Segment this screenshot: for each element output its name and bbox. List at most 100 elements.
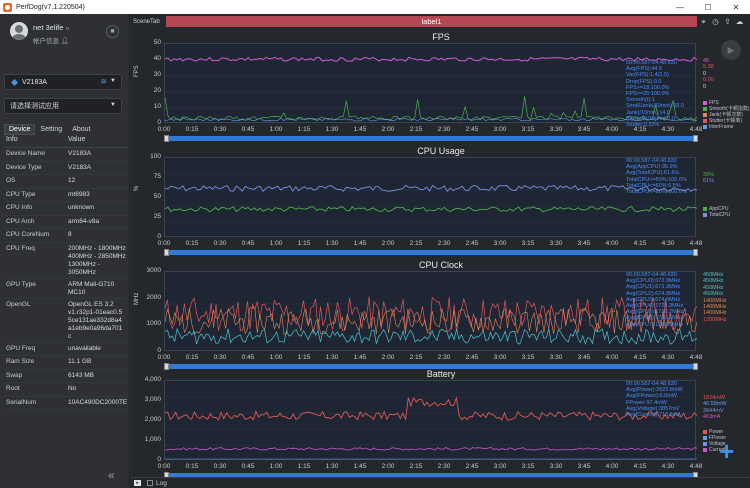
chart-svg	[165, 56, 697, 122]
perfdog-logo-icon	[3, 2, 12, 12]
slider-handle-right[interactable]	[693, 135, 698, 142]
time-range-slider[interactable]	[164, 249, 698, 256]
x-tick: 0:15	[185, 354, 199, 361]
chart-plot[interactable]	[164, 43, 697, 123]
logout-button[interactable]: ■	[106, 25, 119, 38]
x-tick: 4:15	[633, 240, 647, 247]
x-tick: 0:30	[213, 463, 227, 470]
table-row: Device Name V2183A	[4, 148, 128, 162]
y-tick: 40	[153, 55, 161, 62]
current-value: 463mA	[703, 414, 721, 421]
chart-plot[interactable]	[164, 271, 697, 351]
stats-line: Avg(TotalCPU):61.6%	[626, 170, 680, 177]
x-tick: 1:30	[325, 240, 339, 247]
cloud-icon[interactable]: ☁	[735, 16, 744, 27]
minimize-button[interactable]: —	[666, 0, 694, 14]
x-tick: 4:48	[689, 463, 703, 470]
chart-title: Battery	[426, 369, 456, 379]
scene-bar: SceneTab label1 ⌖ ◷ ⇪ ☁	[131, 16, 750, 27]
user-name-text: net 3elife	[33, 23, 64, 32]
x-tick: 3:45	[577, 126, 591, 133]
y-tick: 100	[150, 153, 161, 160]
x-tick: 2:00	[381, 354, 395, 361]
x-tick: 3:30	[549, 354, 563, 361]
log-checkbox[interactable]	[147, 480, 153, 486]
label-bar[interactable]: label1	[166, 16, 697, 27]
legend-label: TotalCPU	[709, 212, 731, 218]
export-icon[interactable]: ⇪	[723, 16, 732, 27]
chart-svg	[165, 287, 697, 345]
info-value: 200MHz - 1800MHz 400MHz - 2850MHz 1300MH…	[68, 244, 126, 276]
x-tick: 4:48	[689, 240, 703, 247]
series-line	[165, 447, 697, 451]
clock-icon[interactable]: ◷	[711, 16, 720, 27]
chart-plot[interactable]	[164, 157, 697, 237]
slider-handle-right[interactable]	[693, 249, 698, 256]
device-select[interactable]: V2183A ≋ ▼	[4, 74, 122, 90]
x-tick: 0:45	[241, 126, 255, 133]
legend-item[interactable]: InterFrame	[703, 124, 750, 130]
stats-legend: 00:00.587-04:48.630 Avg(FPS):44.5 Var(FPS)…	[626, 60, 684, 128]
table-row: CPU Info unknown	[4, 202, 128, 216]
x-tick: 0:45	[241, 240, 255, 247]
stats-line: Avg(FPower):0.0mW	[626, 393, 677, 400]
x-tick: 1:15	[297, 354, 311, 361]
avatar[interactable]	[10, 22, 28, 40]
info-key: CPU CoreNum	[6, 231, 50, 238]
legend-item[interactable]: TotalCPU	[703, 212, 730, 218]
account-info-link[interactable]: 帐户信息 👤︎	[33, 35, 69, 45]
chart-plot[interactable]	[164, 380, 697, 460]
tab-device[interactable]: Device	[4, 124, 36, 135]
slider-handle-left[interactable]	[164, 249, 169, 256]
main-area: SceneTab label1 ⌖ ◷ ⇪ ☁ FPS 50 40 30 20 10 0 FP…	[131, 14, 750, 488]
x-tick: 2:15	[409, 463, 423, 470]
close-button[interactable]: ✕	[722, 0, 750, 14]
x-tick: 0:15	[185, 463, 199, 470]
current-value: 61%	[703, 178, 715, 185]
location-icon[interactable]: ⌖	[699, 16, 708, 27]
y-tick: 10	[153, 103, 161, 110]
play-icon[interactable]: ▶	[721, 40, 741, 60]
x-axis: 0:00 0:15 0:30 0:45 1:00 1:15 1:30 1:45 2:00 2:15…	[158, 240, 704, 249]
info-value: unknown	[68, 204, 95, 211]
x-tick: 3:30	[549, 240, 563, 247]
time-range-slider[interactable]	[164, 135, 698, 142]
x-tick: 1:30	[325, 126, 339, 133]
info-value: OpenGL ES 3.2 v1.r32p1-01eac0.5 5ce131ae…	[68, 300, 123, 340]
current-value: 0.00	[703, 77, 714, 84]
x-tick: 1:00	[269, 126, 283, 133]
tab-about[interactable]: About	[67, 124, 95, 135]
x-tick: 0:00	[157, 126, 171, 133]
y-tick: 0	[157, 233, 161, 240]
x-axis: 0:00 0:15 0:30 0:45 1:00 1:15 1:30 1:45 2:00 2:15…	[158, 463, 704, 472]
x-tick: 1:45	[353, 354, 367, 361]
y-tick: 50	[153, 39, 161, 46]
log-label: Log	[156, 480, 167, 487]
info-value: 11.1 GB	[68, 358, 92, 365]
current-value: 5.38	[703, 64, 714, 71]
info-value: No	[68, 385, 77, 392]
x-tick: 2:15	[409, 240, 423, 247]
app-select[interactable]: 请选择测试应用 ▼	[4, 98, 122, 114]
x-tick: 1:45	[353, 126, 367, 133]
slider-handle-left[interactable]	[164, 135, 169, 142]
scene-tab[interactable]: SceneTab	[131, 16, 165, 27]
info-key: OpenGL	[6, 300, 31, 308]
x-tick: 1:00	[269, 354, 283, 361]
maximize-button[interactable]: ☐	[694, 0, 722, 14]
tab-setting[interactable]: Setting	[35, 124, 67, 135]
add-chart-button[interactable]: +	[719, 436, 734, 467]
x-tick: 2:30	[437, 240, 451, 247]
x-tick: 3:45	[577, 354, 591, 361]
expand-log-button[interactable]: ▸	[134, 480, 141, 486]
x-tick: 3:15	[521, 354, 535, 361]
series-line	[165, 117, 697, 122]
person-icon: 👤︎	[60, 38, 70, 45]
collapse-sidebar-button[interactable]: «	[108, 468, 115, 482]
sidebar-tabs: Device Setting About	[4, 124, 96, 135]
info-key: Device Type	[6, 163, 42, 171]
x-tick: 2:30	[437, 354, 451, 361]
legend-swatch	[703, 441, 707, 446]
x-axis: 0:00 0:15 0:30 0:45 1:00 1:15 1:30 1:45 2:00 2:15…	[158, 354, 704, 363]
y-tick: 0	[157, 119, 161, 126]
